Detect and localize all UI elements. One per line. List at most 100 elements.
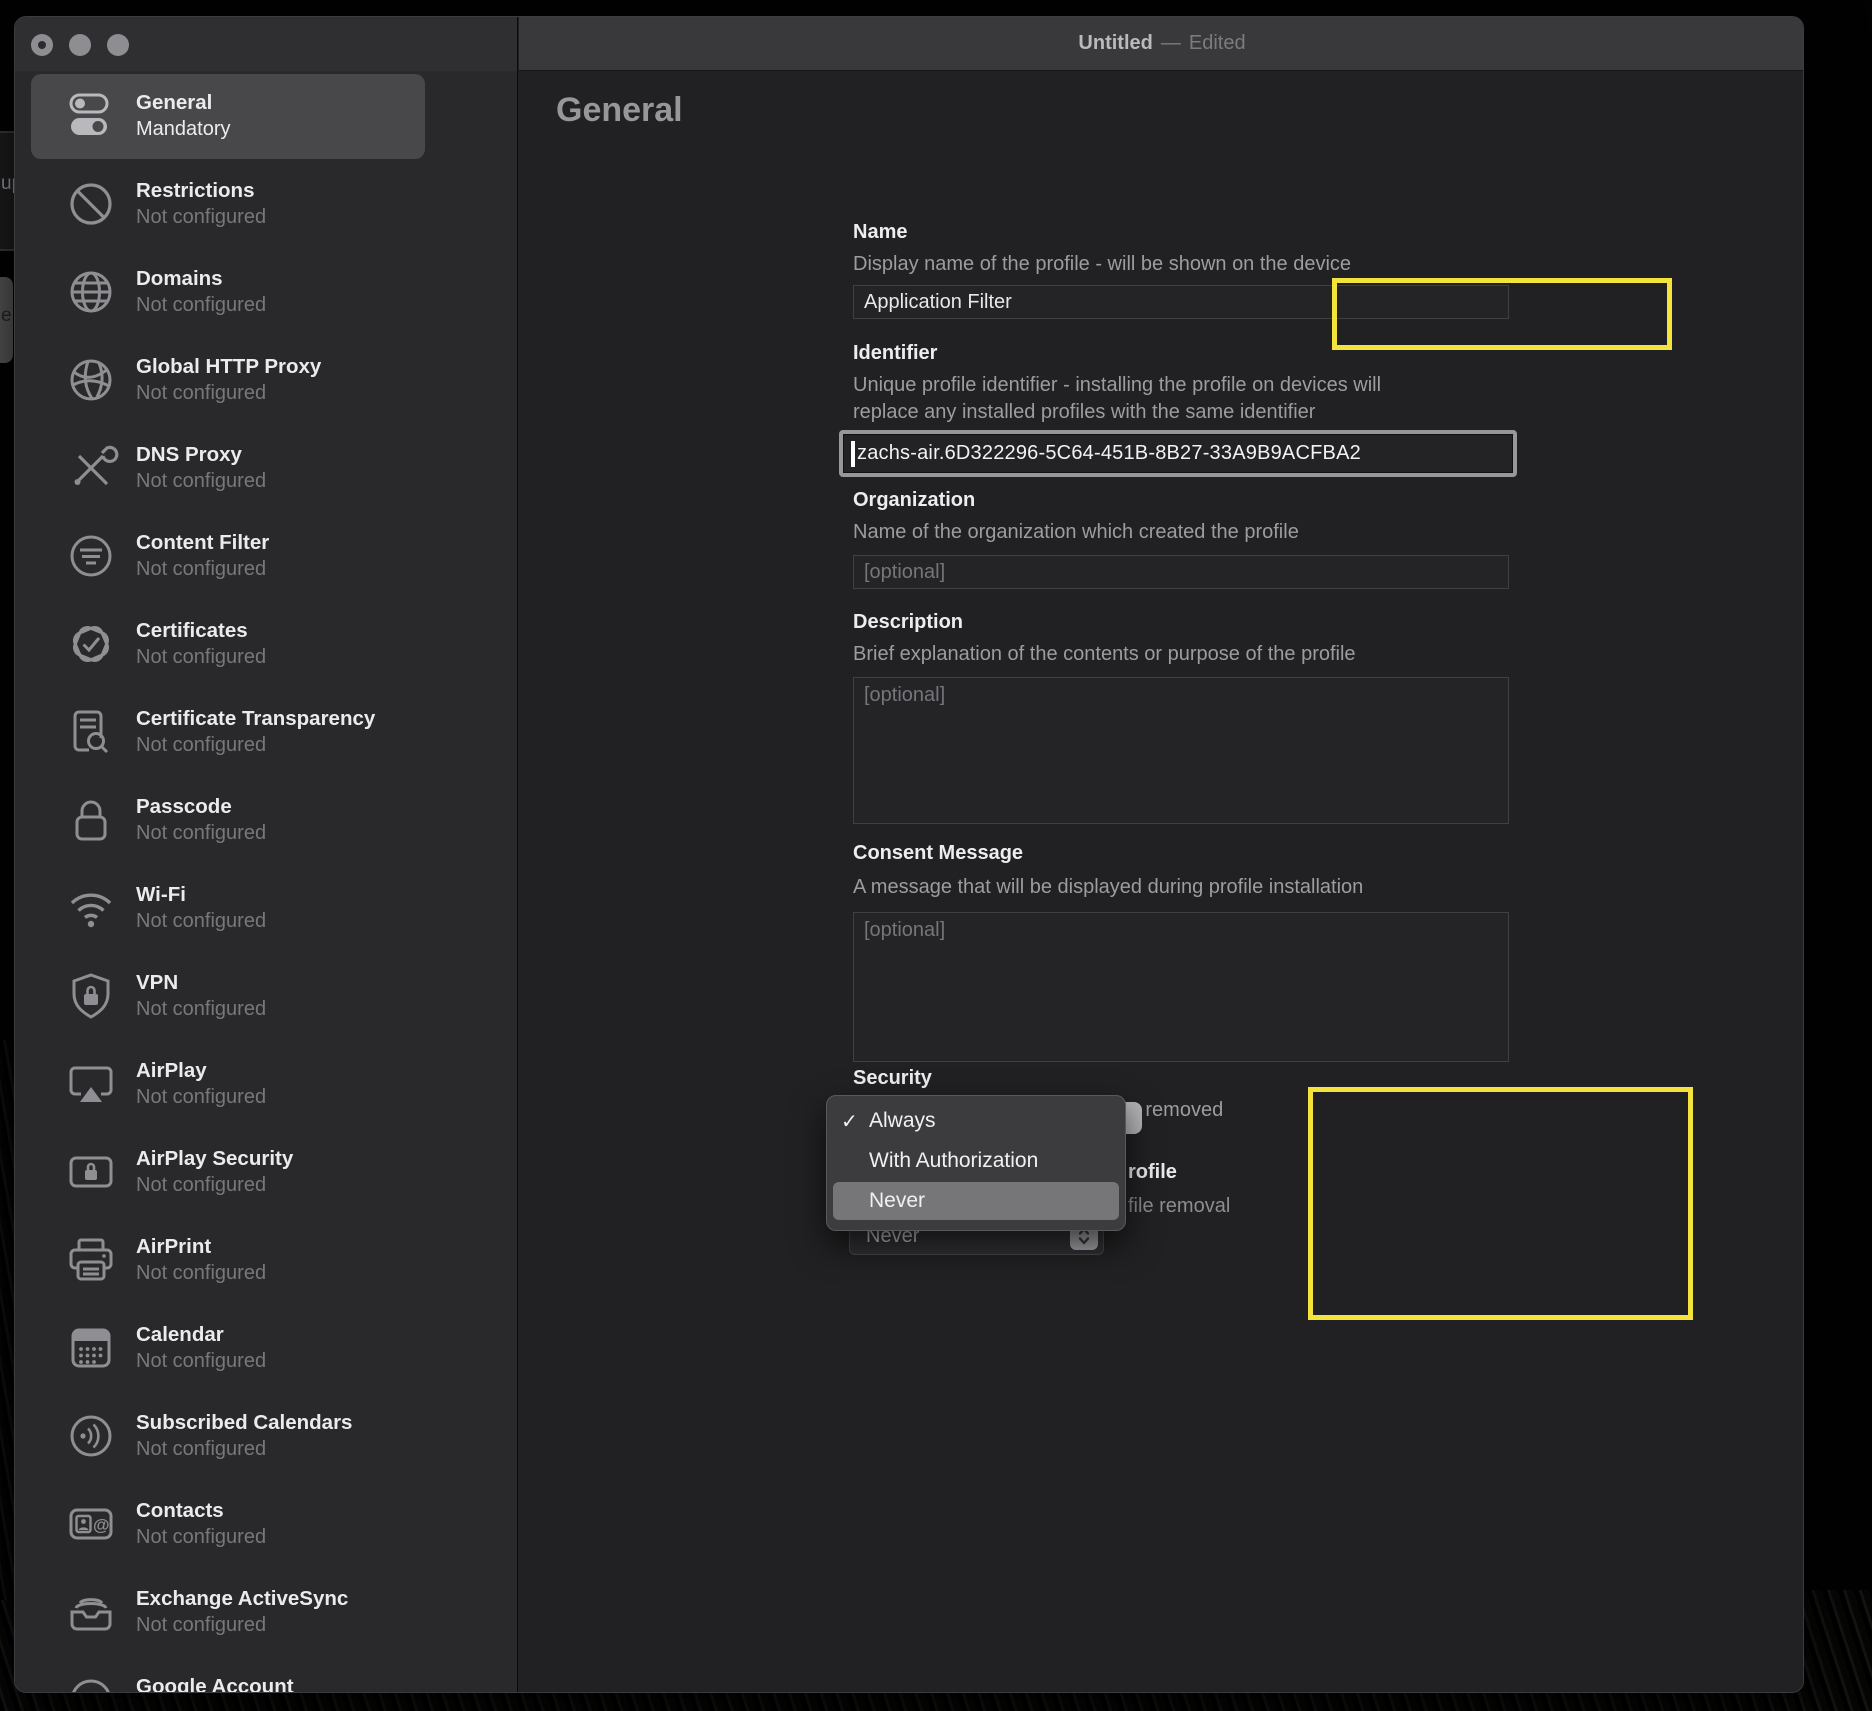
menu-item-never[interactable]: Never bbox=[833, 1182, 1119, 1220]
description-textarea[interactable] bbox=[853, 677, 1509, 824]
screen-lock-icon bbox=[63, 1144, 119, 1200]
consent-message-description: A message that will be displayed during … bbox=[853, 876, 1363, 899]
tray-icon bbox=[63, 1584, 119, 1640]
window-title-separator: — bbox=[1161, 32, 1181, 55]
sliver-text: up bbox=[1, 173, 14, 195]
menu-item-label: Never bbox=[869, 1189, 925, 1213]
sidebar-item-label: Certificates bbox=[136, 617, 508, 644]
identifier-input[interactable]: zachs-air.6D322296-5C64-451B-8B27-33A9B9… bbox=[839, 430, 1517, 477]
sidebar-item-status: Not configured bbox=[136, 644, 508, 671]
sidebar-item-status: Not configured bbox=[136, 996, 508, 1023]
sidebar-item-content-filter[interactable]: Content Filter Not configured bbox=[15, 514, 517, 599]
consent-message-label: Consent Message bbox=[853, 842, 1023, 865]
sidebar-item-status: Not configured bbox=[136, 556, 508, 583]
sidebar-item-exchange-activesync[interactable]: Exchange ActiveSync Not configured bbox=[15, 1570, 517, 1655]
sidebar-item-calendar[interactable]: Calendar Not configured bbox=[15, 1306, 517, 1391]
background-window-sliver: up bbox=[0, 131, 14, 251]
security-dropdown-menu: ✓ Always With Authorization Never bbox=[826, 1095, 1126, 1231]
payload-sidebar: General Mandatory Restrictions Not confi… bbox=[15, 17, 518, 1692]
identifier-description-line2: replace any installed profiles with the … bbox=[853, 401, 1315, 424]
sidebar-item-passcode[interactable]: Passcode Not configured bbox=[15, 778, 517, 863]
sidebar-item-subscribed-calendars[interactable]: Subscribed Calendars Not configured bbox=[15, 1394, 517, 1479]
sidebar-item-label: Global HTTP Proxy bbox=[136, 353, 508, 380]
sidebar-item-contacts[interactable]: @ Contacts Not configured bbox=[15, 1482, 517, 1567]
sidebar-item-status: Not configured bbox=[136, 380, 508, 407]
sidebar-item-status: Not configured bbox=[136, 204, 508, 231]
window-titlebar[interactable]: Untitled — Edited bbox=[519, 17, 1804, 71]
close-dot-icon bbox=[38, 41, 46, 49]
sidebar-item-domains[interactable]: Domains Not configured bbox=[15, 250, 517, 335]
consent-message-textarea[interactable] bbox=[853, 912, 1509, 1062]
organization-description: Name of the organization which created t… bbox=[853, 521, 1299, 544]
envelope-circle-icon bbox=[63, 1672, 119, 1693]
sidebar-item-status: Not configured bbox=[136, 1084, 508, 1111]
sidebar-item-status: Not configured bbox=[136, 908, 508, 935]
broadcast-icon bbox=[63, 1408, 119, 1464]
sidebar-item-label: Exchange ActiveSync bbox=[136, 1585, 508, 1612]
sidebar-item-label: Google Account bbox=[136, 1673, 508, 1693]
identifier-label: Identifier bbox=[853, 342, 937, 365]
sidebar-item-status: Not configured bbox=[136, 1260, 508, 1287]
description-label: Description bbox=[853, 611, 963, 634]
filter-circle-icon bbox=[63, 528, 119, 584]
globe-icon bbox=[63, 264, 119, 320]
sidebar-item-label: AirPlay Security bbox=[136, 1145, 508, 1172]
menu-item-with-authorization[interactable]: With Authorization bbox=[833, 1142, 1119, 1180]
identifier-description-line1: Unique profile identifier - installing t… bbox=[853, 374, 1381, 397]
zoom-button[interactable] bbox=[107, 34, 129, 56]
sidebar-item-general[interactable]: General Mandatory bbox=[15, 74, 517, 159]
general-panel: General Name Display name of the profile… bbox=[519, 71, 1804, 1693]
sidebar-item-airplay-security[interactable]: AirPlay Security Not configured bbox=[15, 1130, 517, 1215]
sidebar-item-wifi[interactable]: Wi-Fi Not configured bbox=[15, 866, 517, 951]
sidebar-item-label: Restrictions bbox=[136, 177, 508, 204]
sidebar-item-label: Content Filter bbox=[136, 529, 508, 556]
svg-text:@: @ bbox=[93, 1516, 110, 1535]
sidebar-item-status: Not configured bbox=[136, 1612, 508, 1639]
name-description: Display name of the profile - will be sh… bbox=[853, 253, 1351, 276]
sidebar-item-label: VPN bbox=[136, 969, 508, 996]
sidebar-item-label: Subscribed Calendars bbox=[136, 1409, 508, 1436]
background-window-sliver-2: e bbox=[0, 277, 13, 363]
document-search-icon bbox=[63, 704, 119, 760]
prohibition-icon bbox=[63, 176, 119, 232]
sidebar-item-airprint[interactable]: AirPrint Not configured bbox=[15, 1218, 517, 1303]
sidebar-item-label: AirPrint bbox=[136, 1233, 508, 1260]
close-button[interactable] bbox=[31, 34, 53, 56]
name-input[interactable] bbox=[853, 285, 1509, 319]
sidebar-item-google-account[interactable]: Google Account bbox=[15, 1658, 517, 1693]
sidebar-item-vpn[interactable]: VPN Not configured bbox=[15, 954, 517, 1039]
sidebar-item-label: Calendar bbox=[136, 1321, 508, 1348]
contact-card-icon: @ bbox=[63, 1496, 119, 1552]
sidebar-item-certificates[interactable]: Certificates Not configured bbox=[15, 602, 517, 687]
sidebar-item-status: Not configured bbox=[136, 292, 508, 319]
globe-network-icon bbox=[63, 352, 119, 408]
auto-remove-profile-heading-fragment: rofile bbox=[1128, 1161, 1177, 1184]
wifi-icon bbox=[63, 880, 119, 936]
annotation-box-security bbox=[1308, 1087, 1693, 1320]
screenshot: up e General Mandatory bbox=[0, 0, 1872, 1711]
sidebar-item-airplay[interactable]: AirPlay Not configured bbox=[15, 1042, 517, 1127]
sidebar-item-label: Certificate Transparency bbox=[136, 705, 508, 732]
sidebar-item-label: Domains bbox=[136, 265, 508, 292]
sidebar-item-dns-proxy[interactable]: DNS Proxy Not configured bbox=[15, 426, 517, 511]
tools-icon bbox=[63, 440, 119, 496]
sidebar-item-status: Not configured bbox=[136, 1524, 508, 1551]
seal-check-icon bbox=[63, 616, 119, 672]
minimize-button[interactable] bbox=[69, 34, 91, 56]
profile-editor-window: General Mandatory Restrictions Not confi… bbox=[14, 16, 1804, 1693]
sidebar-item-certificate-transparency[interactable]: Certificate Transparency Not configured bbox=[15, 690, 517, 775]
airplay-icon bbox=[63, 1056, 119, 1112]
organization-input[interactable] bbox=[853, 555, 1509, 589]
sidebar-item-status: Not configured bbox=[136, 820, 508, 847]
auto-remove-profile-description-fragment: file removal bbox=[1128, 1195, 1230, 1218]
sidebar-item-restrictions[interactable]: Restrictions Not configured bbox=[15, 162, 517, 247]
sidebar-item-label: General bbox=[136, 89, 508, 116]
menu-item-always[interactable]: ✓ Always bbox=[833, 1102, 1119, 1140]
sidebar-item-status: Not configured bbox=[136, 1436, 508, 1463]
sidebar-item-status: Mandatory bbox=[136, 116, 508, 143]
menu-item-label: Always bbox=[869, 1109, 936, 1133]
sidebar-item-global-http-proxy[interactable]: Global HTTP Proxy Not configured bbox=[15, 338, 517, 423]
sidebar-item-status: Not configured bbox=[136, 1172, 508, 1199]
description-description: Brief explanation of the contents or pur… bbox=[853, 643, 1356, 666]
sidebar-item-status: Not configured bbox=[136, 1348, 508, 1375]
